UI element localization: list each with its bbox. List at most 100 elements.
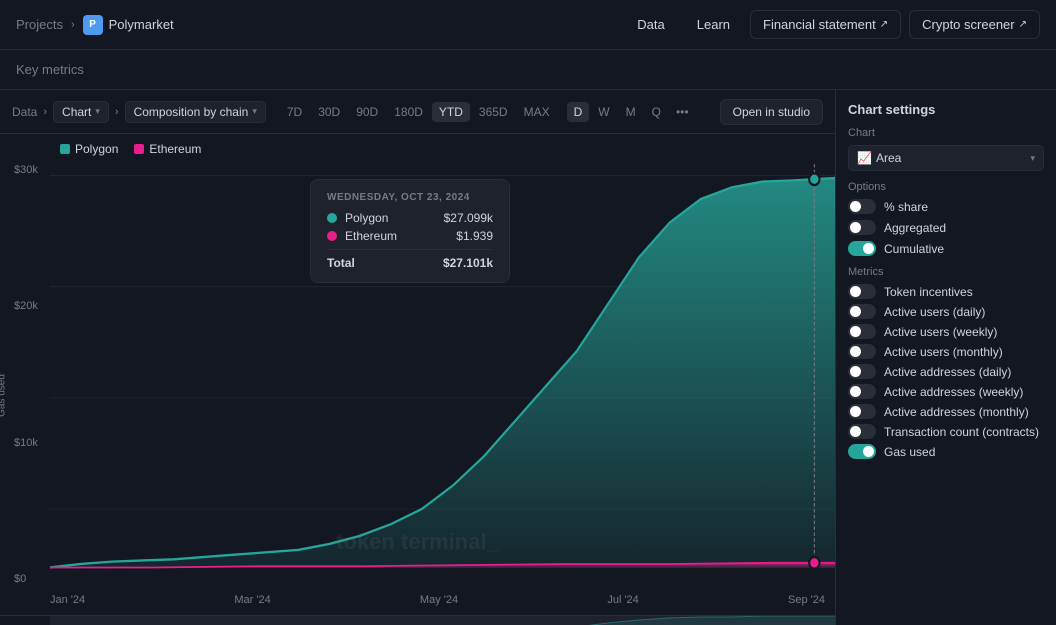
granularity-buttons: D W M Q •••: [567, 102, 695, 122]
y-label-20k: $20k: [14, 300, 38, 312]
legend-dot-polygon: [60, 144, 70, 154]
x-label-jul: Jul '24: [607, 594, 638, 606]
chart-area: Data › Chart ▾ › Composition by chain ▾ …: [0, 90, 836, 625]
metric-toggle-token-incentives[interactable]: [848, 284, 876, 299]
learn-nav-btn[interactable]: Learn: [685, 11, 742, 38]
time-buttons: 7D 30D 90D 180D YTD 365D MAX: [280, 102, 557, 122]
toggle-label-cumulative: Cumulative: [884, 242, 944, 256]
more-options-btn[interactable]: •••: [670, 102, 695, 122]
gran-q[interactable]: Q: [645, 102, 668, 122]
metric-label-active-addresses-daily: Active addresses (daily): [884, 365, 1011, 379]
nav-projects[interactable]: Projects: [16, 17, 63, 32]
metric-row-active-addresses-daily: Active addresses (daily): [848, 364, 1044, 379]
chart-controls: Data › Chart ▾ › Composition by chain ▾ …: [0, 90, 835, 134]
breadcrumb-chart-btn[interactable]: Chart ▾: [53, 101, 109, 123]
nav-project[interactable]: P Polymarket: [83, 15, 174, 35]
metric-row-active-users-monthly: Active users (monthly): [848, 344, 1044, 359]
toggle-row-percent-share: % share: [848, 199, 1044, 214]
project-icon: P: [83, 15, 103, 35]
metric-toggle-active-addresses-monthly[interactable]: [848, 404, 876, 419]
x-axis-labels: Jan '24 Mar '24 May '24 Jul '24 Sep '24: [50, 585, 825, 615]
breadcrumb-composition-btn[interactable]: Composition by chain ▾: [125, 101, 266, 123]
sidebar-chart-section: Chart 📈 Area ▾: [848, 127, 1044, 171]
metric-toggle-active-addresses-weekly[interactable]: [848, 384, 876, 399]
chevron-down-icon-2: ▾: [252, 106, 257, 117]
metric-toggle-transaction-count[interactable]: [848, 424, 876, 439]
metric-toggle-active-addresses-daily[interactable]: [848, 364, 876, 379]
time-30d[interactable]: 30D: [311, 102, 347, 122]
time-90d[interactable]: 90D: [349, 102, 385, 122]
metric-label-transaction-count: Transaction count (contracts): [884, 425, 1039, 439]
polygon-cursor-dot: [809, 173, 819, 185]
area-chart-icon: 📈: [857, 151, 872, 165]
tooltip-divider: [327, 249, 493, 250]
main-layout: Data › Chart ▾ › Composition by chain ▾ …: [0, 90, 1056, 625]
time-max[interactable]: MAX: [517, 102, 557, 122]
external-link-icon: ↗: [880, 19, 888, 30]
metric-label-active-addresses-monthly: Active addresses (monthly): [884, 405, 1029, 419]
breadcrumb-sep-1: ›: [43, 106, 47, 118]
toggle-percent-share[interactable]: [848, 199, 876, 214]
breadcrumb-sep-2: ›: [115, 106, 119, 118]
chart-minimap[interactable]: [0, 615, 835, 625]
toggle-aggregated[interactable]: [848, 220, 876, 235]
tooltip-dot-ethereum: [327, 231, 337, 241]
gran-m[interactable]: M: [619, 102, 643, 122]
metric-row-token-incentives: Token incentives: [848, 284, 1044, 299]
y-label-0: $0: [14, 573, 38, 585]
data-nav-btn[interactable]: Data: [625, 11, 676, 38]
breadcrumb-chart-label: Chart: [62, 105, 91, 119]
gran-d[interactable]: D: [567, 102, 590, 122]
financial-statement-btn[interactable]: Financial statement ↗: [750, 10, 901, 39]
legend-label-polygon: Polygon: [75, 142, 118, 156]
y-label-30k: $30k: [14, 164, 38, 176]
toggle-cumulative[interactable]: [848, 241, 876, 256]
toggle-row-aggregated: Aggregated: [848, 220, 1044, 235]
open-studio-btn[interactable]: Open in studio: [720, 99, 823, 125]
metric-row-transaction-count: Transaction count (contracts): [848, 424, 1044, 439]
metric-label-active-users-daily: Active users (daily): [884, 305, 985, 319]
time-ytd[interactable]: YTD: [432, 102, 470, 122]
breadcrumb-data[interactable]: Data: [12, 105, 37, 119]
legend-ethereum: Ethereum: [134, 142, 201, 156]
sidebar-chart-select-row: 📈 Area ▾: [848, 145, 1044, 171]
metric-row-gas-used: Gas used: [848, 444, 1044, 459]
metric-toggle-active-users-weekly[interactable]: [848, 324, 876, 339]
time-180d[interactable]: 180D: [387, 102, 430, 122]
project-name: Polymarket: [109, 17, 174, 32]
y-axis-title: Gas used: [0, 374, 8, 417]
time-7d[interactable]: 7D: [280, 102, 309, 122]
metric-row-active-addresses-monthly: Active addresses (monthly): [848, 404, 1044, 419]
y-label-10k: $10k: [14, 437, 38, 449]
x-label-may: May '24: [420, 594, 458, 606]
sidebar-metrics-label: Metrics: [848, 266, 1044, 278]
tooltip-label-polygon: Polygon: [345, 211, 436, 225]
metric-toggle-active-users-daily[interactable]: [848, 304, 876, 319]
metric-toggle-active-users-monthly[interactable]: [848, 344, 876, 359]
chart-type-select[interactable]: 📈 Area ▾: [848, 145, 1044, 171]
time-365d[interactable]: 365D: [472, 102, 515, 122]
legend-label-ethereum: Ethereum: [149, 142, 201, 156]
metric-toggle-gas-used[interactable]: [848, 444, 876, 459]
sidebar-options-label: Options: [848, 181, 1044, 193]
tooltip-label-ethereum: Ethereum: [345, 229, 448, 243]
metric-label-token-incentives: Token incentives: [884, 285, 973, 299]
chart-tooltip: WEDNESDAY, OCT 23, 2024 Polygon $27.099k…: [310, 179, 510, 283]
sidebar-options-section: Options % share Aggregated Cumulative: [848, 181, 1044, 256]
crypto-screener-btn[interactable]: Crypto screener ↗: [909, 10, 1040, 39]
external-link-icon-2: ↗: [1019, 19, 1027, 30]
tooltip-total-label: Total: [327, 256, 355, 270]
chart-type-value: Area: [876, 151, 901, 165]
select-chevron-icon: ▾: [1030, 153, 1035, 164]
metric-label-active-users-weekly: Active users (weekly): [884, 325, 997, 339]
metric-label-gas-used: Gas used: [884, 445, 935, 459]
metrics-bar: Key metrics: [0, 50, 1056, 90]
chart-canvas: Polygon Ethereum $30k $20k $10k $0 Gas u…: [0, 134, 835, 625]
gran-w[interactable]: W: [591, 102, 616, 122]
chart-svg-container: $30k $20k $10k $0 Gas used: [0, 164, 835, 615]
tooltip-date: WEDNESDAY, OCT 23, 2024: [327, 192, 493, 203]
minimap-overlay: [50, 616, 835, 625]
minimap-svg: [50, 616, 835, 625]
toggle-row-cumulative: Cumulative: [848, 241, 1044, 256]
chart-legend: Polygon Ethereum: [0, 134, 835, 164]
